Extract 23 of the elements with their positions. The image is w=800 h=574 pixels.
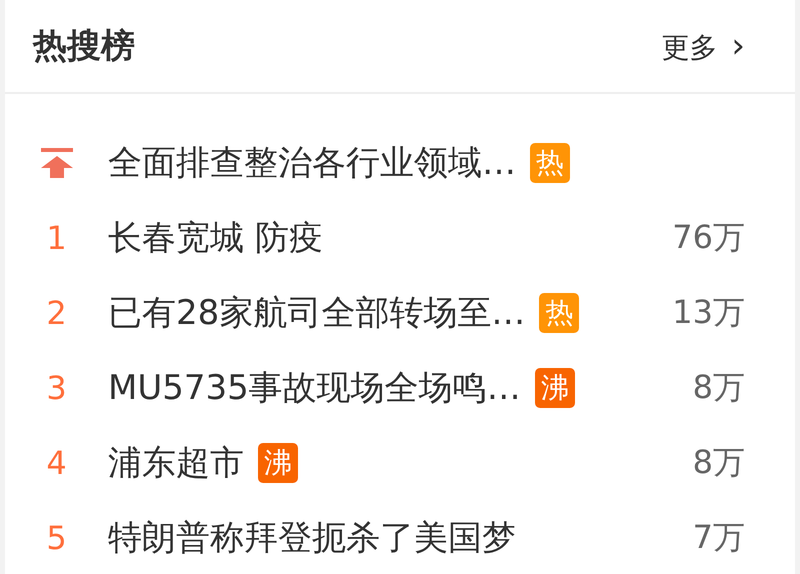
search-count: 7万 (692, 516, 745, 558)
topic-link[interactable]: 浦东超市 (108, 440, 244, 486)
rank-number: 1 (46, 218, 67, 256)
topic-link[interactable]: 长春宽城 防疫 (108, 214, 323, 260)
rank-number: 2 (46, 294, 67, 332)
search-count: 76万 (672, 216, 745, 258)
pin-top-icon (40, 148, 72, 178)
search-count: 8万 (692, 442, 745, 482)
more-link[interactable]: 更多 › (661, 26, 745, 66)
topic-link[interactable]: 全面排查整治各行业领域… (108, 140, 516, 186)
rank-number: 4 (46, 444, 67, 482)
topic-link[interactable]: 已有28家航司全部转场至… (108, 290, 526, 336)
topic-link[interactable]: MU5735事故现场全场鸣… (108, 364, 521, 410)
hot-tag: 热 (539, 292, 580, 332)
rank-number: 3 (46, 368, 67, 406)
hot-tag: 沸 (534, 368, 575, 408)
search-count: 8万 (692, 366, 745, 408)
topic-link[interactable]: 特朗普称拜登扼杀了美国梦 (108, 514, 516, 560)
hot-tag: 沸 (258, 442, 298, 482)
hot-tag: 热 (530, 142, 570, 182)
rank-number: 5 (46, 518, 67, 556)
panel-title: 热搜榜 (33, 25, 135, 68)
search-count: 13万 (672, 292, 745, 332)
